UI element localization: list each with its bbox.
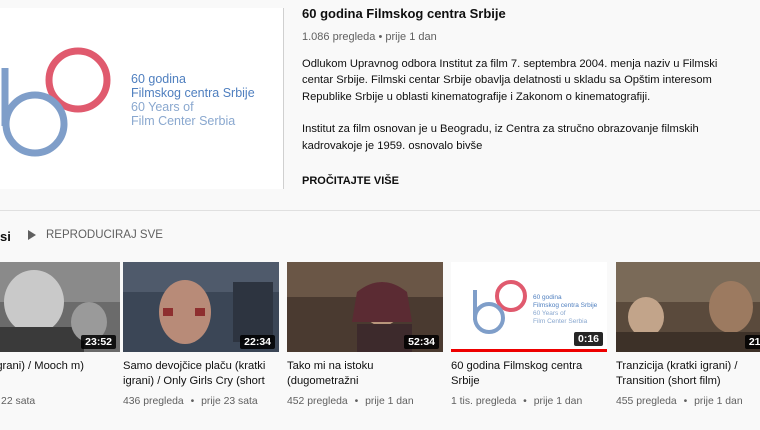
featured-description: Odlukom Upravnog odbora Institut za film… bbox=[302, 56, 722, 174]
video-meta: 455 pregleda • prije 1 dan bbox=[616, 396, 760, 407]
logo-line-1: 60 godina bbox=[131, 72, 186, 86]
svg-text:Film Center Serbia: Film Center Serbia bbox=[533, 318, 588, 325]
video-card[interactable]: 60 godina Filmskog centra Srbije 60 Year… bbox=[451, 262, 607, 407]
play-all-label: REPRODUCIRAJ SVE bbox=[46, 229, 163, 241]
featured-meta: 1.086 pregleda • prije 1 dan bbox=[302, 31, 437, 43]
section-divider bbox=[0, 210, 760, 211]
video-title[interactable]: 60 godina Filmskog centra Srbije bbox=[451, 359, 607, 389]
description-paragraph-2: Institut za film osnovan je u Beogradu, … bbox=[302, 123, 699, 152]
video-views: 436 pregleda bbox=[123, 396, 184, 407]
meta-dot: • bbox=[683, 396, 688, 407]
video-duration: 22:34 bbox=[240, 335, 275, 349]
play-all-button[interactable]: REPRODUCIRAJ SVE bbox=[28, 229, 163, 241]
video-title[interactable]: Tranzicija (kratki igrani) / Transition … bbox=[616, 359, 760, 389]
logo-line-3: 60 Years of bbox=[131, 100, 194, 114]
shelf-title[interactable]: si bbox=[0, 229, 11, 244]
video-thumbnail[interactable]: 22:34 bbox=[123, 262, 279, 352]
play-icon bbox=[28, 230, 36, 240]
featured-age: prije 1 dan bbox=[385, 31, 437, 43]
video-age: prije 23 sata bbox=[201, 396, 258, 407]
featured-thumbnail[interactable]: 60 godina Filmskog centra Srbije 60 Year… bbox=[0, 8, 283, 189]
video-age: prije 1 dan bbox=[365, 396, 414, 407]
video-duration: 21: bbox=[744, 335, 760, 349]
watch-progress-bar bbox=[451, 349, 607, 352]
video-title[interactable]: Tako mi na istoku (dugometražni bbox=[287, 359, 443, 389]
svg-text:60 Years of: 60 Years of bbox=[533, 310, 566, 317]
video-title[interactable]: Samo devojčice plaču (kratki igrani) / O… bbox=[123, 359, 279, 389]
video-thumbnail[interactable]: 21: bbox=[616, 262, 760, 352]
video-card[interactable]: 23:52 kratki igrani) / Mooch m) • prije … bbox=[0, 262, 120, 407]
video-card[interactable]: 52:34 Tako mi na istoku (dugometražni 45… bbox=[287, 262, 443, 407]
thumbnail-image bbox=[616, 262, 760, 352]
video-duration: 0:16 bbox=[573, 332, 603, 346]
video-age: prije 1 dan bbox=[533, 396, 583, 407]
video-views: 452 pregleda bbox=[287, 396, 348, 407]
video-meta: 436 pregleda • prije 23 sata bbox=[123, 396, 279, 407]
video-duration: 23:52 bbox=[81, 335, 116, 349]
video-age: prije 1 dan bbox=[694, 396, 743, 407]
video-meta: 1 tis. pregleda • prije 1 dan bbox=[451, 396, 607, 407]
video-thumbnail[interactable]: 23:52 bbox=[0, 262, 120, 352]
video-views: 1 tis. pregleda bbox=[451, 396, 517, 407]
video-title[interactable]: kratki igrani) / Mooch m) bbox=[0, 359, 120, 389]
video-thumbnail[interactable]: 60 godina Filmskog centra Srbije 60 Year… bbox=[451, 262, 607, 352]
video-age: prije 22 sata bbox=[0, 396, 36, 407]
meta-dot: • bbox=[523, 396, 527, 407]
meta-dot: • bbox=[354, 396, 359, 407]
logo-line-2: Filmskog centra Srbije bbox=[131, 86, 255, 100]
video-card[interactable]: 22:34 Samo devojčice plaču (kratki igran… bbox=[123, 262, 279, 407]
logo-line-4: Film Center Serbia bbox=[131, 114, 236, 128]
video-meta: • prije 22 sata bbox=[0, 396, 120, 407]
featured-divider bbox=[283, 8, 284, 189]
meta-dot: • bbox=[190, 396, 195, 407]
description-paragraph-1: Odlukom Upravnog odbora Institut za film… bbox=[302, 58, 718, 103]
video-card[interactable]: 21: Tranzicija (kratki igrani) / Transit… bbox=[616, 262, 760, 407]
svg-text:Filmskog centra Srbije: Filmskog centra Srbije bbox=[533, 302, 598, 309]
featured-views: 1.086 pregleda bbox=[302, 31, 376, 43]
video-views: 455 pregleda bbox=[616, 396, 677, 407]
featured-title[interactable]: 60 godina Filmskog centra Srbije bbox=[302, 6, 506, 21]
video-meta: 452 pregleda • prije 1 dan bbox=[287, 396, 443, 407]
read-more-button[interactable]: PROČITAJTE VIŠE bbox=[302, 175, 399, 187]
video-thumbnail[interactable]: 52:34 bbox=[287, 262, 443, 352]
svg-text:60 godina: 60 godina bbox=[533, 294, 562, 301]
video-duration: 52:34 bbox=[404, 335, 439, 349]
